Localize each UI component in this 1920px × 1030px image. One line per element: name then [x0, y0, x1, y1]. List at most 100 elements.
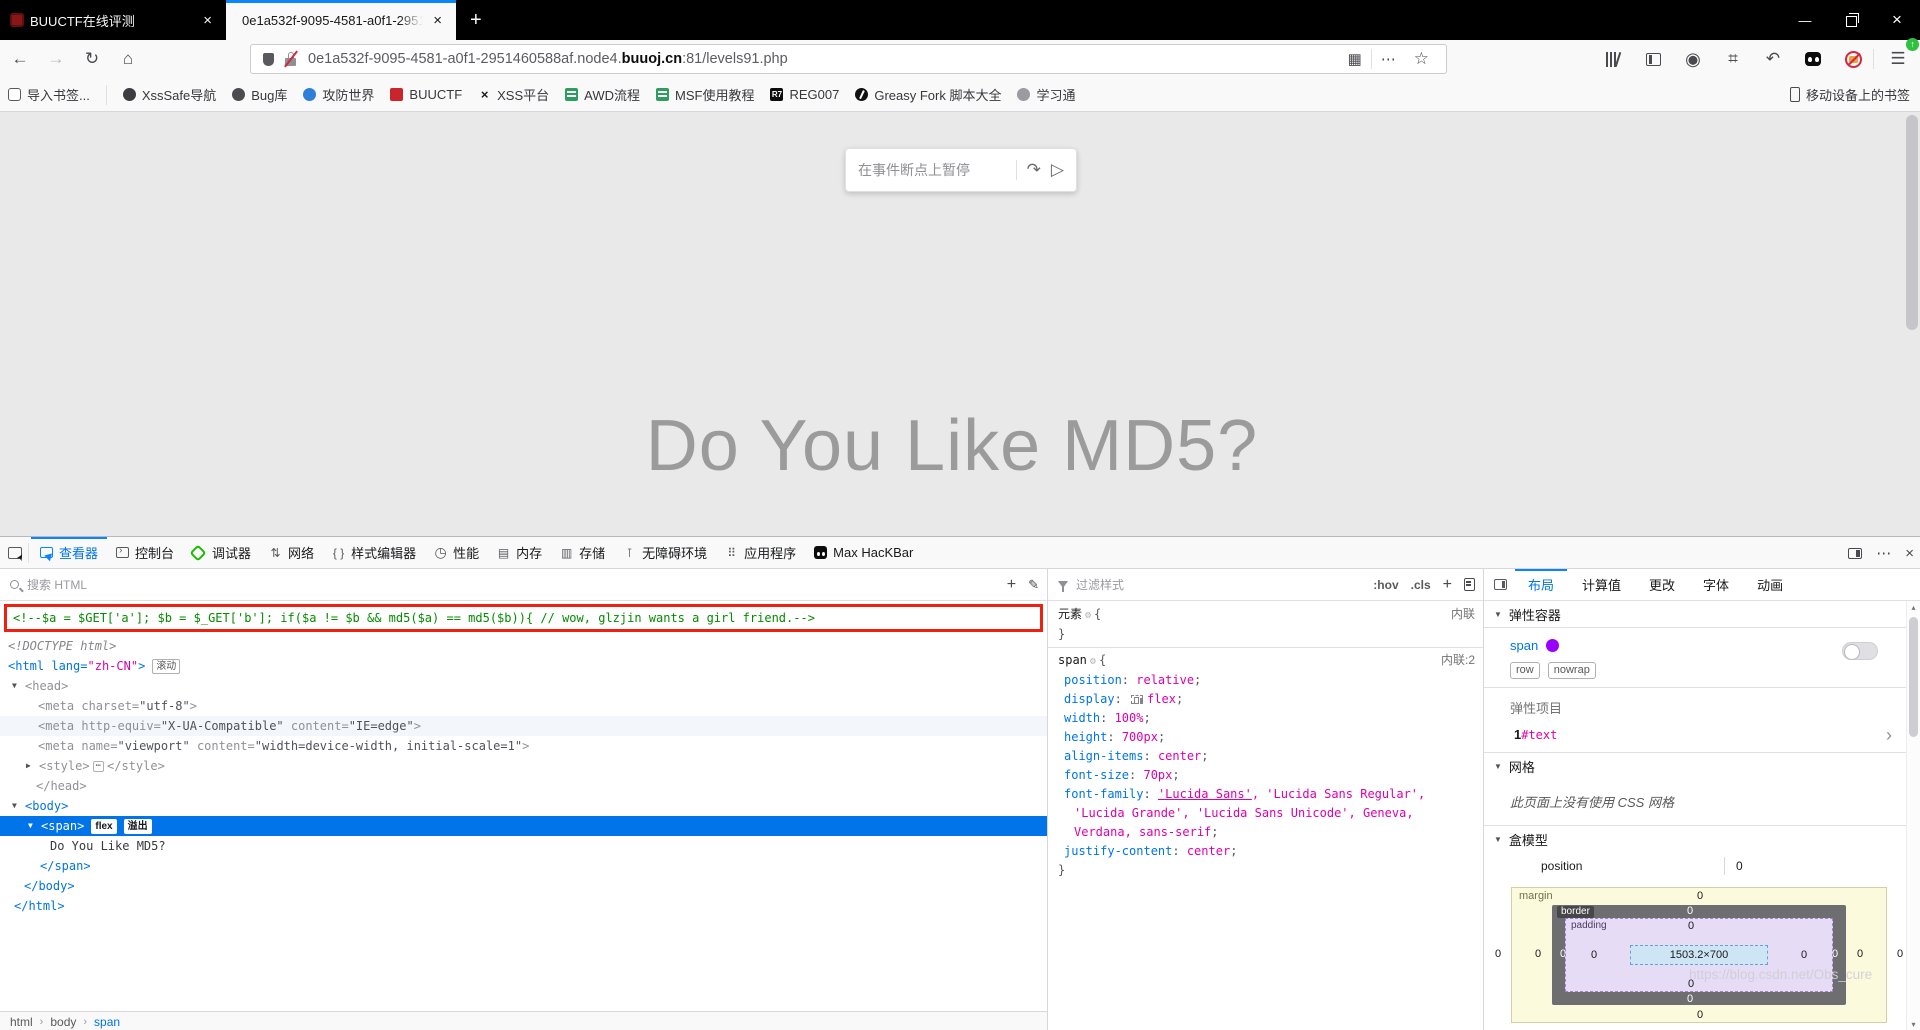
rule-location[interactable]: 内联:2 — [1441, 651, 1475, 670]
close-window-button[interactable]: × — [1874, 10, 1920, 30]
padding-left-value[interactable]: 0 — [1584, 949, 1604, 961]
noscript-icon[interactable] — [1837, 44, 1869, 74]
grid-header[interactable]: ▼网格 — [1484, 753, 1906, 780]
bookmark-item[interactable]: R7REG007 — [770, 87, 839, 102]
tree-row-body[interactable]: ▼<body> — [0, 796, 1047, 816]
tab-close-icon[interactable]: × — [429, 12, 446, 29]
devtools-close-icon[interactable]: × — [1905, 545, 1914, 562]
print-media-icon[interactable] — [1464, 578, 1475, 591]
add-node-icon[interactable]: + — [1007, 576, 1016, 594]
bookmark-item[interactable]: Bug库 — [232, 85, 287, 104]
tree-row-doctype[interactable]: <!DOCTYPE html> — [0, 636, 1047, 656]
bookmark-item[interactable]: AWD流程 — [565, 85, 640, 104]
library-icon[interactable] — [1597, 44, 1629, 74]
gear-icon[interactable]: ⚙ — [1082, 610, 1094, 621]
page-scrollbar-thumb[interactable] — [1906, 115, 1918, 330]
tab-application[interactable]: ⠿应用程序 — [716, 537, 805, 568]
margin-top-value[interactable]: 0 — [1690, 890, 1710, 902]
rule-element[interactable]: 元素⚙{内联 — [1048, 605, 1483, 625]
tab-changes[interactable]: 更改 — [1636, 569, 1688, 601]
position-value[interactable]: 0 — [1736, 859, 1743, 873]
hamburger-menu-icon[interactable]: ☰↑ — [1882, 44, 1914, 74]
tab-storage[interactable]: ▥存储 — [551, 537, 614, 568]
margin-bottom-value[interactable]: 0 — [1690, 1009, 1710, 1021]
tree-row-meta-viewport[interactable]: <meta name="viewport" content="width=dev… — [0, 736, 1047, 756]
css-prop-display[interactable]: display: flex; — [1064, 690, 1459, 709]
inline-expander[interactable]: ⋯ — [93, 761, 104, 772]
dock-side-icon[interactable] — [1848, 548, 1862, 559]
tab-buuctf[interactable]: BUUCTF在线评测 × — [0, 0, 226, 40]
css-prop-height[interactable]: height: 700px; — [1064, 728, 1459, 747]
proxy-icon[interactable] — [1797, 44, 1829, 74]
flex-badge[interactable]: flex — [91, 819, 116, 834]
tree-row-span-close[interactable]: </span> — [0, 856, 1047, 876]
tab-animations[interactable]: 动画 — [1744, 569, 1796, 601]
tree-row-style[interactable]: ▶<style>⋯</style> — [0, 756, 1047, 776]
tab-network[interactable]: ⇅网络 — [260, 537, 323, 568]
bookmark-item[interactable]: MSF使用教程 — [656, 85, 754, 104]
border-top-value[interactable]: 0 — [1680, 905, 1700, 917]
rule-location[interactable]: 内联 — [1451, 605, 1475, 624]
tab-hackbar[interactable]: Max HacKBar — [805, 537, 922, 568]
home-icon[interactable]: ⌂ — [112, 44, 144, 74]
url-bar[interactable]: 0e1a532f-9095-4581-a0f1-2951460588af.nod… — [250, 44, 1447, 74]
tab-close-icon[interactable]: × — [199, 12, 216, 29]
search-html-input[interactable] — [27, 578, 1001, 592]
breadcrumb-body[interactable]: body — [50, 1015, 76, 1029]
rule-span[interactable]: span⚙{内联:2 — [1048, 651, 1483, 671]
bookmark-mobile[interactable]: 移动设备上的书签 — [1790, 85, 1910, 104]
css-prop-width[interactable]: width: 100%; — [1064, 709, 1459, 728]
tab-challenge[interactable]: 0e1a532f-9095-4581-a0f1-29514 × — [226, 0, 456, 40]
insecure-lock-icon[interactable] — [283, 49, 299, 69]
bookmark-star-icon[interactable]: ☆ — [1405, 49, 1438, 69]
flex-container-header[interactable]: ▼弹性容器 — [1484, 601, 1906, 628]
css-prop-position[interactable]: position: relative; — [1064, 671, 1459, 690]
tree-row-head-close[interactable]: </head> — [0, 776, 1047, 796]
tab-accessibility[interactable]: ⊺无障碍环境 — [614, 537, 716, 568]
collapse-icon[interactable]: ▼ — [28, 816, 41, 836]
margin-left-value[interactable]: 0 — [1528, 948, 1548, 960]
css-prop-font-size[interactable]: font-size: 70px; — [1064, 766, 1459, 785]
bookmark-item[interactable]: 学习通 — [1017, 85, 1075, 104]
tree-row-span-selected[interactable]: ▼<span>flex溢出 — [0, 816, 1047, 836]
forward-icon[interactable]: → — [40, 44, 72, 74]
tree-row-html-close[interactable]: </html> — [0, 896, 1047, 916]
tab-inspector[interactable]: 查看器 — [31, 537, 107, 568]
collapse-icon[interactable]: ▼ — [12, 676, 25, 696]
new-tab-button[interactable]: + — [456, 0, 496, 40]
expand-sidebar-icon[interactable] — [1494, 579, 1507, 590]
account-icon[interactable]: ◉ — [1677, 44, 1709, 74]
sidebar-icon[interactable] — [1637, 44, 1669, 74]
tree-row-text[interactable]: Do You Like MD5? — [0, 836, 1047, 856]
url-text[interactable]: 0e1a532f-9095-4581-a0f1-2951460588af.nod… — [308, 51, 1339, 67]
css-prop-justify-content[interactable]: justify-content: center; — [1064, 842, 1459, 861]
toggle-class-button[interactable]: .cls — [1411, 578, 1431, 592]
bookmark-item[interactable]: BUUCTF — [390, 87, 462, 102]
padding-top-value[interactable]: 0 — [1681, 920, 1701, 932]
box-model-content[interactable]: 1503.2×700 — [1630, 945, 1768, 965]
tree-row-meta-compat[interactable]: <meta http-equiv="X-UA-Compatible" conte… — [0, 716, 1047, 736]
bookmark-item[interactable]: Greasy Fork 脚本大全 — [855, 85, 1001, 104]
tab-memory[interactable]: ▤内存 — [488, 537, 551, 568]
flex-item-row[interactable]: 1#text › — [1484, 719, 1906, 753]
qr-code-icon[interactable]: ▦ — [1339, 50, 1371, 68]
annotated-comment-box[interactable]: <!--$a = $GET['a']; $b = $_GET['b']; if(… — [4, 604, 1043, 632]
box-model-header[interactable]: ▼盒模型 — [1484, 826, 1906, 853]
padding-right-value[interactable]: 0 — [1794, 949, 1814, 961]
scroll-up-icon[interactable]: ▴ — [1907, 603, 1920, 612]
gear-icon[interactable]: ⚙ — [1087, 656, 1099, 667]
tab-debugger[interactable]: 调试器 — [183, 537, 260, 568]
position-left-value[interactable]: 0 — [1490, 948, 1506, 960]
resume-icon[interactable]: ▷ — [1051, 160, 1064, 180]
pick-element-icon[interactable] — [8, 547, 22, 559]
tab-fonts[interactable]: 字体 — [1690, 569, 1742, 601]
tab-style-editor[interactable]: { }样式编辑器 — [323, 537, 425, 568]
filter-styles-input[interactable] — [1076, 578, 1367, 592]
screenshot-crop-icon[interactable]: ⌗ — [1717, 44, 1749, 74]
bookmark-item[interactable]: 攻防世界 — [303, 85, 374, 104]
flex-overlay-toggle[interactable] — [1842, 642, 1878, 660]
undo-icon[interactable]: ↶ — [1757, 44, 1789, 74]
eyedropper-icon[interactable]: ✎ — [1028, 577, 1039, 593]
border-bottom-value[interactable]: 0 — [1680, 993, 1700, 1005]
bookmark-import[interactable]: 导入书签... — [8, 85, 90, 104]
